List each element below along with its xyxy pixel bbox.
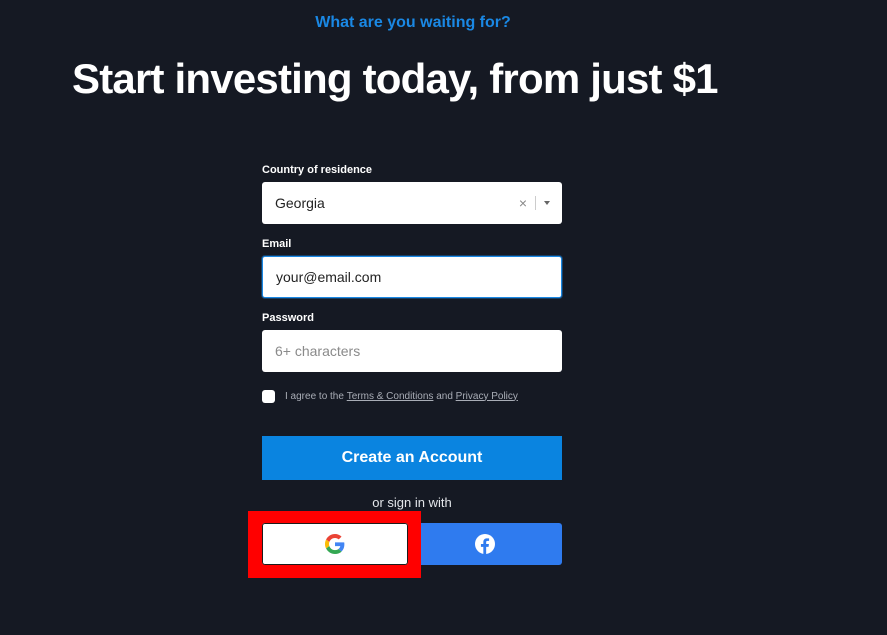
country-select[interactable]: Georgia ×	[262, 182, 562, 224]
password-field-wrapper	[262, 330, 562, 372]
password-label: Password	[262, 312, 314, 324]
email-field[interactable]	[263, 257, 561, 297]
email-field-wrapper	[262, 256, 562, 298]
caret-down-icon[interactable]	[544, 201, 550, 205]
eyebrow-text: What are you waiting for?	[315, 14, 511, 31]
facebook-icon	[475, 534, 495, 554]
close-icon[interactable]: ×	[519, 195, 527, 211]
privacy-link[interactable]: Privacy Policy	[456, 391, 518, 402]
email-label: Email	[262, 238, 292, 250]
agree-checkbox[interactable]	[262, 389, 275, 403]
terms-link[interactable]: Terms & Conditions	[347, 391, 434, 402]
select-separator	[535, 196, 536, 210]
agree-middle: and	[436, 390, 453, 402]
signup-page: What are you waiting for? Start investin…	[0, 0, 887, 635]
country-label: Country of residence	[262, 164, 373, 176]
agree-row: I agree to the Terms & Conditions and Pr…	[262, 386, 562, 406]
signup-form: Country of residence Georgia × Email Pas…	[262, 164, 562, 515]
page-title: Start investing today, from just $1	[72, 55, 718, 102]
create-account-button[interactable]: Create an Account	[262, 436, 562, 480]
google-signin-button[interactable]	[262, 523, 408, 565]
google-icon	[325, 534, 345, 554]
facebook-signin-button[interactable]	[408, 523, 562, 565]
agree-prefix: I agree to the	[285, 390, 344, 402]
password-field[interactable]	[262, 330, 562, 372]
country-value: Georgia	[275, 195, 325, 211]
select-controls: ×	[519, 182, 550, 224]
